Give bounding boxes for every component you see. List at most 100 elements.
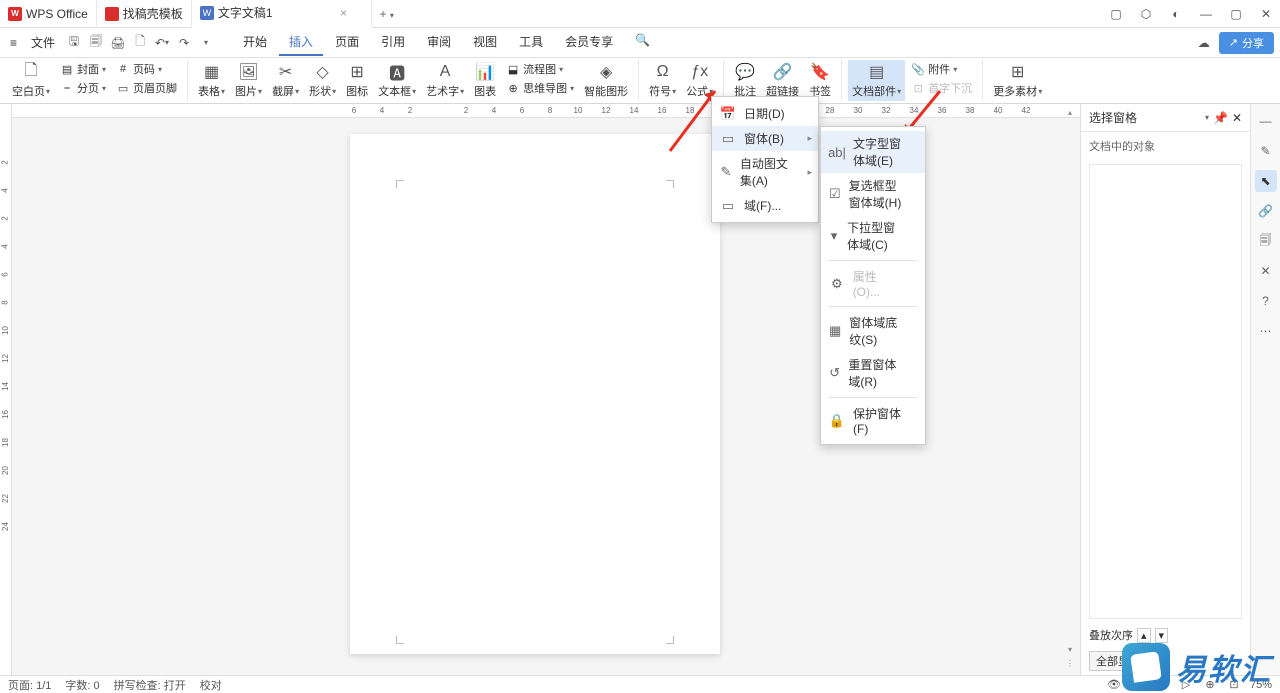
submenu-text-form[interactable]: ab|文字型窗体域(E) xyxy=(821,131,925,173)
shape-button[interactable]: ◇形状▾ xyxy=(305,60,340,101)
break-button[interactable]: ⎯分页▾ xyxy=(56,79,110,97)
save-icon[interactable]: 🖫 xyxy=(65,34,83,52)
hyperlink-button[interactable]: 🔗超链接 xyxy=(762,60,803,101)
visibility-icon[interactable]: 👁 xyxy=(1106,677,1122,693)
dropdown-autotext[interactable]: ✎自动图文集(A)▸ xyxy=(712,151,818,193)
comment-button[interactable]: 💬批注 xyxy=(730,60,760,101)
share-button[interactable]: ↗分享 xyxy=(1219,32,1274,54)
submenu-shading[interactable]: ▦窗体域底纹(S) xyxy=(821,310,925,352)
shading-icon: ▦ xyxy=(829,323,841,339)
smartart-icon: ◈ xyxy=(596,62,616,82)
submenu-protect[interactable]: 🔒保护窗体(F) xyxy=(821,401,925,440)
toolbar-link-icon[interactable]: 🔗 xyxy=(1255,200,1277,222)
menu-tab-page[interactable]: 页面 xyxy=(325,29,369,56)
menu-tab-review[interactable]: 审阅 xyxy=(417,29,461,56)
toolbar-select-icon[interactable]: ⬉ xyxy=(1255,170,1277,192)
checkbox-icon: ☑ xyxy=(829,186,841,202)
preview-icon[interactable]: 🗋 xyxy=(131,34,149,52)
table-button[interactable]: ▦表格▾ xyxy=(194,60,229,101)
picture-button[interactable]: 🖼图片▾ xyxy=(231,60,266,101)
mindmap-button[interactable]: ⊕思维导图▾ xyxy=(502,79,578,97)
undo-icon[interactable]: ↶▾ xyxy=(153,34,171,52)
document-page[interactable] xyxy=(350,134,720,654)
maximize-button[interactable]: ▢ xyxy=(1222,0,1250,28)
status-words[interactable]: 字数: 0 xyxy=(65,677,99,693)
scroll-down-icon[interactable]: ▾ xyxy=(1064,643,1076,655)
menu-tab-references[interactable]: 引用 xyxy=(371,29,415,56)
bookmark-button[interactable]: 🔖书签 xyxy=(805,60,835,101)
submenu-checkbox-form[interactable]: ☑复选框型窗体域(H) xyxy=(821,173,925,215)
hamburger-icon[interactable]: ≡ xyxy=(6,36,21,50)
statusbar: 页面: 1/1 字数: 0 拼写检查: 打开 校对 👁 ▤ ≡ ▷ ⊕ ⊡ 75… xyxy=(0,675,1280,693)
icon-icon: ⊞ xyxy=(347,62,367,82)
cloud-icon[interactable]: ☁ xyxy=(1195,34,1213,52)
tab-app[interactable]: W WPS Office xyxy=(0,0,97,28)
print-icon[interactable]: 🖨 xyxy=(109,34,127,52)
toolbar-pen-icon[interactable]: ✎ xyxy=(1255,140,1277,162)
submenu-reset[interactable]: ↺重置窗体域(R) xyxy=(821,352,925,394)
watermark-logo-icon xyxy=(1122,643,1170,691)
flowchart-button[interactable]: ⬓流程图▾ xyxy=(502,60,578,78)
wordart-icon: A xyxy=(435,62,455,82)
minimize-button[interactable]: — xyxy=(1192,0,1220,28)
layer-down-icon[interactable]: ▾ xyxy=(1155,628,1169,643)
menu-tab-tools[interactable]: 工具 xyxy=(509,29,553,56)
layer-up-icon[interactable]: ▴ xyxy=(1137,628,1151,643)
wordart-button[interactable]: A艺术字▾ xyxy=(422,60,468,101)
close-button[interactable]: ✕ xyxy=(1252,0,1280,28)
blank-page-button[interactable]: 🗋空白页▾ xyxy=(8,60,54,101)
win-globe-icon[interactable]: ◐ xyxy=(1162,0,1190,28)
dropdown-field[interactable]: ▭域(F)... xyxy=(712,193,818,218)
toolbar-doc-icon[interactable]: 🗐 xyxy=(1255,230,1277,252)
pane-close-icon[interactable]: ✕ xyxy=(1232,111,1242,125)
cover-button[interactable]: ▤封面▾ xyxy=(56,60,110,78)
file-menu[interactable]: 文件 xyxy=(25,34,61,51)
qat-more-icon[interactable]: ▾ xyxy=(197,34,215,52)
toolbar-tools-icon[interactable]: ✕ xyxy=(1255,260,1277,282)
toolbar-help-icon[interactable]: ? xyxy=(1255,290,1277,312)
dropdown-form[interactable]: ▭窗体(B)▸ xyxy=(712,126,818,151)
tab-document[interactable]: W 文字文稿1 × xyxy=(192,0,372,28)
textbox-icon: 🅰 xyxy=(387,62,407,82)
page-num-button[interactable]: #页码▾ xyxy=(112,60,181,78)
submenu-dropdown-form[interactable]: ▾下拉型窗体域(C) xyxy=(821,215,925,257)
status-page[interactable]: 页面: 1/1 xyxy=(8,677,51,693)
dropdown-date[interactable]: 📅日期(D) xyxy=(712,101,818,126)
header-footer-button[interactable]: ▭页眉页脚 xyxy=(112,79,181,97)
toolbar-more-icon[interactable]: ⋯ xyxy=(1255,320,1277,342)
menu-tabs: 开始 插入 页面 引用 审阅 视图 工具 会员专享 🔍 xyxy=(233,29,660,56)
chart-button[interactable]: 📊图表 xyxy=(470,60,500,101)
ribbon: 🗋空白页▾ ▤封面▾ ⎯分页▾ #页码▾ ▭页眉页脚 ▦表格▾ 🖼图片▾ ✂截屏… xyxy=(0,58,1280,104)
toolbar-collapse-icon[interactable]: — xyxy=(1255,110,1277,132)
screenshot-button[interactable]: ✂截屏▾ xyxy=(268,60,303,101)
attachment-button[interactable]: 📎附件▾ xyxy=(907,60,976,78)
tab-close-icon[interactable]: × xyxy=(337,6,351,20)
menu-tab-view[interactable]: 视图 xyxy=(463,29,507,56)
textbox-button[interactable]: 🅰文本框▾ xyxy=(374,60,420,101)
icon-button[interactable]: ⊞图标 xyxy=(342,60,372,101)
status-proof[interactable]: 校对 xyxy=(200,677,222,693)
tab-templates[interactable]: 找稿壳模板 xyxy=(97,0,192,28)
autotext-icon: ✎ xyxy=(720,164,732,180)
menu-tab-member[interactable]: 会员专享 xyxy=(555,29,623,56)
export-icon[interactable]: 🗐 xyxy=(87,34,105,52)
add-tab-button[interactable]: + ▾ xyxy=(372,7,402,21)
redo-icon[interactable]: ↷ xyxy=(175,34,193,52)
pane-pin-icon[interactable]: 📌 xyxy=(1213,111,1228,125)
smartart-button[interactable]: ◈智能图形 xyxy=(580,60,632,101)
win-compact-icon[interactable]: ▢ xyxy=(1102,0,1130,28)
win-cube-icon[interactable]: ⬡ xyxy=(1132,0,1160,28)
status-spell[interactable]: 拼写检查: 打开 xyxy=(114,677,186,693)
menu-tab-search[interactable]: 🔍 xyxy=(625,29,660,56)
vertical-ruler: 2424681012141618202224 xyxy=(0,104,12,675)
menu-tab-home[interactable]: 开始 xyxy=(233,29,277,56)
scroll-options-icon[interactable]: ⋮ xyxy=(1064,657,1076,669)
word-icon: W xyxy=(200,6,214,20)
scroll-up-icon[interactable]: ▴ xyxy=(1064,106,1076,118)
text-form-icon: ab| xyxy=(829,144,845,160)
chevron-right-icon: ▸ xyxy=(807,133,812,144)
pane-object-list[interactable] xyxy=(1089,164,1242,619)
menu-tab-insert[interactable]: 插入 xyxy=(279,29,323,56)
comment-icon: 💬 xyxy=(735,62,755,82)
more-material-button[interactable]: ⊞更多素材▾ xyxy=(989,60,1046,101)
